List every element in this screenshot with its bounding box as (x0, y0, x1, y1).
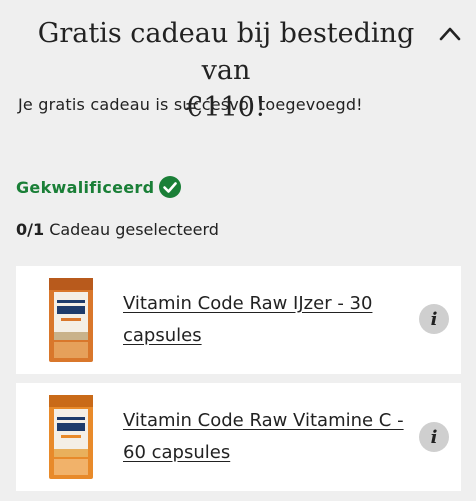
product-bottle-icon (49, 395, 93, 479)
gift-selection-counter: 0/1 Cadeau geselecteerd (16, 220, 219, 239)
qualified-label: Gekwalificeerd (16, 177, 155, 197)
qualified-status: Gekwalificeerd (16, 175, 182, 199)
product-bottle-icon (49, 278, 93, 362)
gift-selection-label: Cadeau geselecteerd (49, 220, 219, 239)
info-icon[interactable]: i (419, 422, 449, 452)
product-name-link[interactable]: Vitamin Code Raw IJzer - 30 capsules (123, 288, 413, 352)
gift-product-card[interactable]: Vitamin Code Raw Vitamine C - 60 capsule… (16, 383, 461, 491)
chevron-up-icon[interactable] (438, 22, 462, 46)
gift-header: Gratis cadeau bij besteding van €110! (0, 10, 476, 123)
info-icon[interactable]: i (419, 304, 449, 334)
gift-selection-count: 0/1 (16, 220, 45, 239)
gift-product-card[interactable]: Vitamin Code Raw IJzer - 30 capsules i (16, 266, 461, 374)
gift-added-message: Je gratis cadeau is succesvol toegevoegd… (18, 95, 363, 114)
product-name-link[interactable]: Vitamin Code Raw Vitamine C - 60 capsule… (123, 405, 413, 469)
gift-title-line1: Gratis cadeau bij besteding van (37, 18, 415, 86)
check-circle-icon (159, 176, 182, 198)
